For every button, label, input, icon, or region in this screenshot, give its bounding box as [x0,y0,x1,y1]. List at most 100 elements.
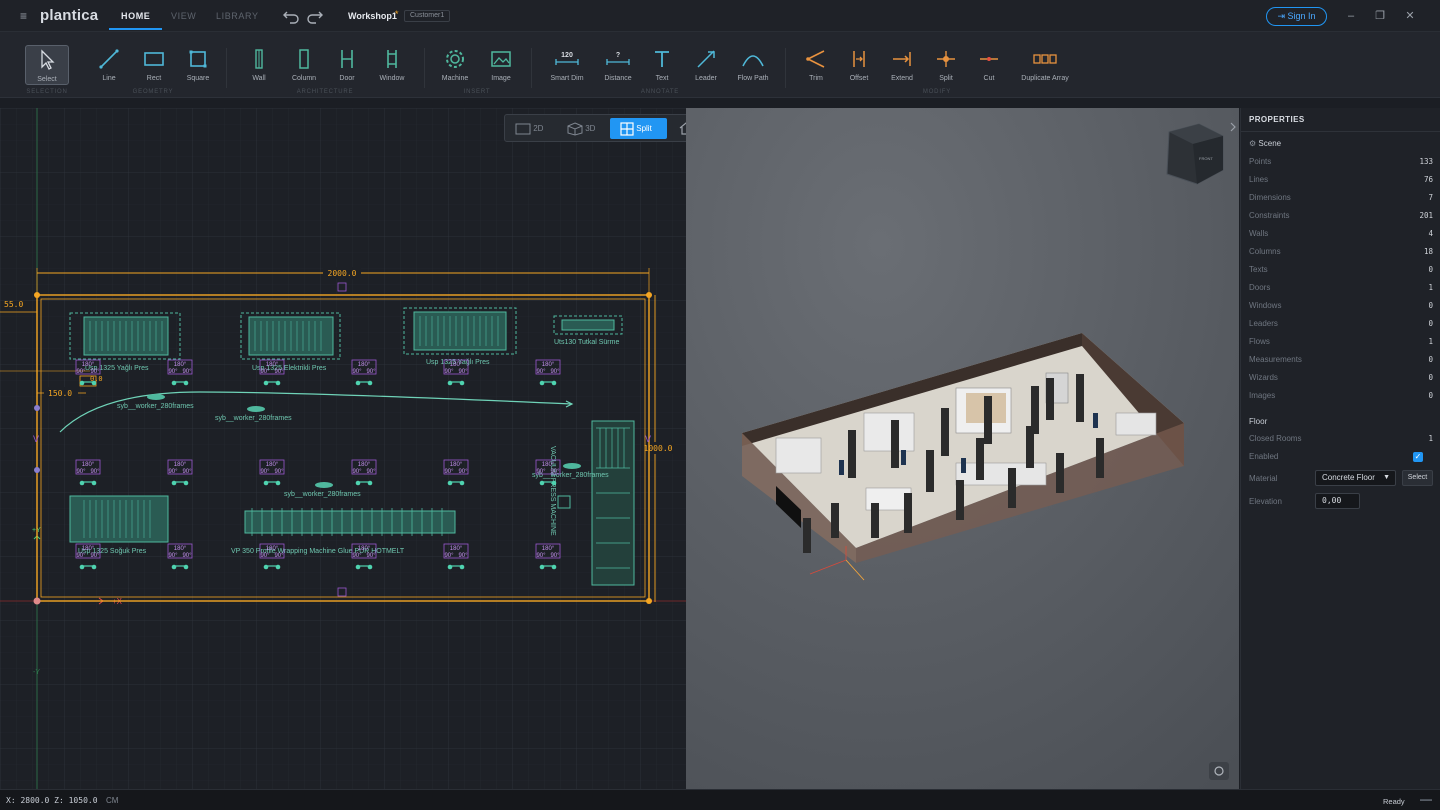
viewcube[interactable]: FRONT [1166,123,1224,185]
gizmo-handle[interactable] [447,564,453,570]
scene-header[interactable]: ⚙ Scene [1249,139,1281,148]
gizmo-handle[interactable] [367,480,373,486]
worker-icon[interactable] [563,463,581,469]
gizmo-handle[interactable] [459,564,465,570]
gizmo-handle[interactable] [91,380,97,386]
duplicate-array-tool-button[interactable]: Duplicate Array [1021,45,1069,85]
wall-vertex[interactable] [33,597,41,605]
rotation-angle-label: 90° [352,469,362,475]
redo-icon[interactable] [306,8,324,24]
material-select-button[interactable]: Select [1402,470,1433,486]
gizmo-handle[interactable] [183,380,189,386]
gizmo-handle[interactable] [91,564,97,570]
gizmo-handle[interactable] [355,380,361,386]
worker-label[interactable]: syb__worker_280frames [215,415,292,422]
enabled-checkbox[interactable]: ✓ [1413,452,1423,462]
gizmo-handle[interactable] [275,480,281,486]
wall-vertex[interactable] [34,467,40,473]
cursor-icon [41,49,55,70]
gizmo-handle[interactable] [459,480,465,486]
machine-label[interactable]: VACUUM PRESS MACHINE [549,446,556,536]
machine-3d [1115,412,1157,436]
gizmo-handle[interactable] [171,380,177,386]
wall-vertex[interactable] [34,292,40,298]
gizmo-handle[interactable] [183,564,189,570]
square-tool-button[interactable]: Square [176,45,220,85]
tab-home[interactable]: HOME [108,0,163,32]
settings-button[interactable] [1209,762,1229,780]
gizmo-handle[interactable] [79,480,85,486]
gizmo-handle[interactable] [367,564,373,570]
machine-cold-press[interactable] [69,495,169,543]
plan-canvas[interactable]: +X +Y -Y 2000.0 1000.0 55.0 150.0 0.0 V … [0,108,686,789]
minimize-icon[interactable]: – [1345,9,1357,23]
gizmo-handle[interactable] [91,480,97,486]
worker-label[interactable]: syb__worker_280frames [284,491,361,498]
tab-library[interactable]: LIBRARY [216,0,259,32]
worker-label[interactable]: syb__worker_280frames [117,403,194,410]
gizmo-handle[interactable] [355,564,361,570]
dimension-value-offset-left[interactable]: 150.0 [48,389,72,398]
worker-icon[interactable] [315,482,333,488]
scene-3d[interactable]: FRONT [686,108,1239,789]
wall-vertex[interactable] [34,405,40,411]
window-tool-button[interactable]: Window [370,45,414,85]
worker-icon[interactable] [147,394,165,400]
gizmo-handle[interactable] [183,480,189,486]
machine-profile-wrapping[interactable] [244,510,456,534]
gizmo-handle[interactable] [171,564,177,570]
dimension-value-width[interactable]: 2000.0 [328,269,357,278]
gizmo-handle[interactable] [551,480,557,486]
unit-indicator[interactable]: CM [106,796,118,805]
gizmo-handle[interactable] [539,480,545,486]
gizmo-handle[interactable] [171,480,177,486]
gizmo-handle[interactable] [263,564,269,570]
wall-vertex[interactable] [646,598,652,604]
plan-viewport-2d[interactable]: +X +Y -Y 2000.0 1000.0 55.0 150.0 0.0 V … [0,108,686,789]
cut-tool-button[interactable]: Cut [967,45,1011,85]
select-tool-button[interactable]: Select [25,45,69,85]
collapse-panel-icon[interactable] [1229,121,1237,133]
gizmo-handle[interactable] [447,380,453,386]
gizmo-handle[interactable] [263,380,269,386]
elevation-input[interactable]: 0,00 [1315,493,1360,509]
gizmo-handle[interactable] [367,380,373,386]
tool-label: Image [491,75,511,82]
view-2d-button[interactable]: 2D [515,118,557,139]
image-tool-button[interactable]: Image [479,45,523,85]
gizmo-handle[interactable] [539,564,545,570]
gizmo-handle[interactable] [539,380,545,386]
machine-label[interactable]: VP 350 Profile Wrapping Machine Glue PUR… [231,548,405,555]
dimension-value-offset-top[interactable]: 55.0 [4,300,23,309]
gizmo-handle[interactable] [447,480,453,486]
gizmo-handle[interactable] [355,480,361,486]
gizmo-handle[interactable] [275,564,281,570]
machine-vacuum-press[interactable] [591,420,635,586]
customer-badge[interactable]: Customer1 [404,10,451,22]
hamburger-menu-icon[interactable]: ≡ [20,10,32,22]
gizmo-handle[interactable] [79,380,85,386]
gizmo-handle[interactable] [551,380,557,386]
wall-vertex[interactable] [646,292,652,298]
tab-view[interactable]: VIEW [171,0,196,32]
sign-in-button[interactable]: ⇥ Sign In [1266,7,1327,26]
gizmo-handle[interactable] [551,564,557,570]
view-split-button[interactable]: Split [610,118,667,139]
dimension-value-height[interactable]: 1000.0 [644,444,673,453]
scene-stat-row: Columns 18 [1249,247,1433,259]
undo-icon[interactable] [282,8,300,24]
gizmo-handle[interactable] [263,480,269,486]
gizmo-handle[interactable] [79,564,85,570]
worker-icon[interactable] [247,406,265,412]
gizmo-handle[interactable] [275,380,281,386]
machine-label[interactable]: Uts130 Tutkal Sürme [554,339,619,346]
restore-icon[interactable]: ❐ [1374,9,1386,23]
tool-label: Duplicate Array [1021,75,1069,82]
material-select[interactable]: Concrete Floor ▼ [1315,470,1396,486]
close-icon[interactable]: ✕ [1404,9,1416,23]
view-3d-button[interactable]: 3D [567,118,609,139]
viewport-3d[interactable]: FRONT [686,108,1239,789]
flow-path-tool-button[interactable]: Flow Path [731,45,775,85]
smart-dim-tool-button[interactable]: 120 Smart Dim [545,45,589,85]
gizmo-handle[interactable] [459,380,465,386]
